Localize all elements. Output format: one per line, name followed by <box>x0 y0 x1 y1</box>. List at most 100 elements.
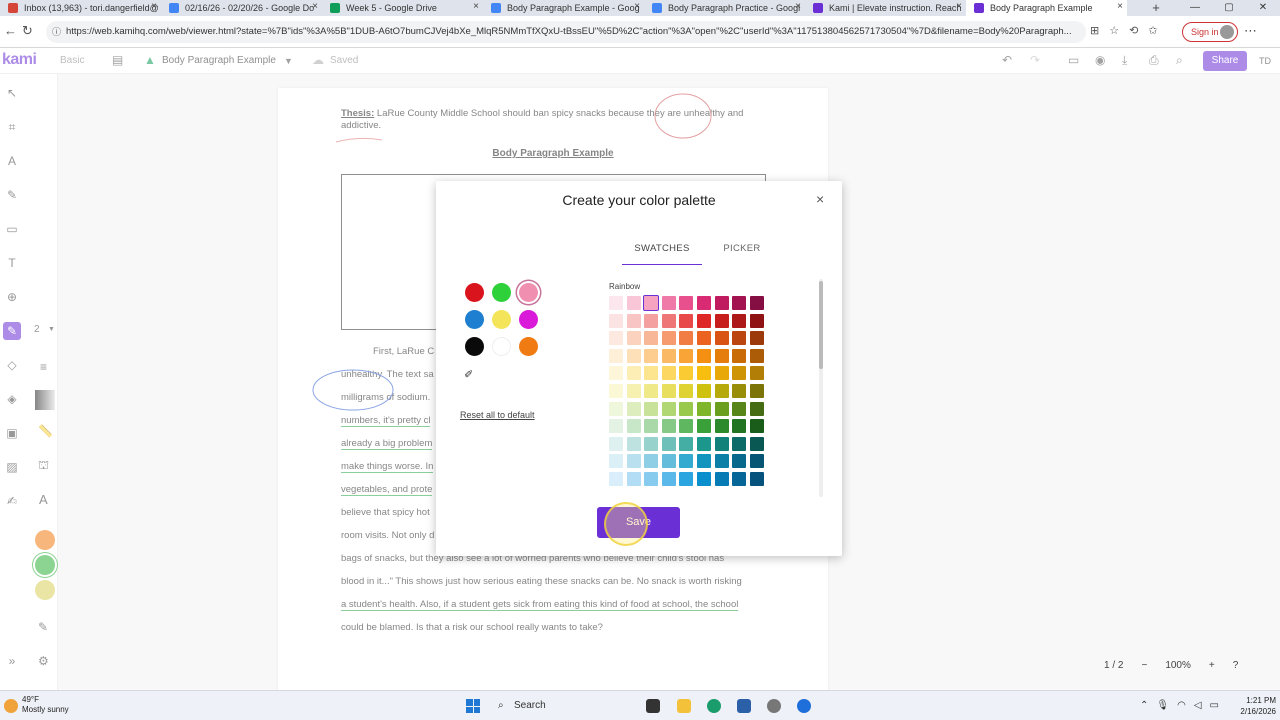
grid-color-cell[interactable] <box>661 419 676 434</box>
grid-color-cell[interactable] <box>732 454 747 469</box>
grid-color-cell[interactable] <box>749 419 764 434</box>
reload-icon[interactable]: ↻ <box>22 23 33 39</box>
grid-color-cell[interactable] <box>626 436 641 451</box>
grid-color-cell[interactable] <box>609 348 623 363</box>
tab-close-icon[interactable]: × <box>473 1 479 12</box>
task-view-icon[interactable] <box>646 699 660 713</box>
grid-color-cell[interactable] <box>749 436 764 451</box>
grid-color-cell[interactable] <box>679 313 694 328</box>
grid-color-cell[interactable] <box>644 436 659 451</box>
palette-swatch[interactable] <box>492 283 511 302</box>
grid-color-cell[interactable] <box>644 331 659 346</box>
grid-color-cell[interactable] <box>749 384 764 398</box>
close-window-icon[interactable]: ✕ <box>1246 0 1280 16</box>
grid-color-cell[interactable] <box>732 419 747 434</box>
grid-color-cell[interactable] <box>644 472 659 486</box>
extensions-icon[interactable]: ⟲ <box>1129 24 1138 37</box>
grid-color-cell[interactable] <box>732 348 747 363</box>
grid-color-cell[interactable] <box>697 401 711 416</box>
reset-default-link[interactable]: Reset all to default <box>460 410 535 420</box>
grid-color-cell[interactable] <box>697 384 711 398</box>
tab-close-icon[interactable]: × <box>795 1 801 12</box>
grid-color-cell[interactable] <box>626 296 641 310</box>
grid-color-cell[interactable] <box>661 436 676 451</box>
grid-color-cell[interactable] <box>714 384 729 398</box>
settings-app-icon[interactable] <box>767 699 781 713</box>
grid-color-cell[interactable] <box>749 454 764 469</box>
grid-color-cell[interactable] <box>661 472 676 486</box>
grid-color-cell[interactable] <box>609 454 623 469</box>
palette-swatch[interactable] <box>465 283 484 302</box>
grid-color-cell[interactable] <box>661 348 676 363</box>
grid-color-cell[interactable] <box>644 366 659 381</box>
grid-color-cell[interactable] <box>609 436 623 451</box>
help-icon[interactable]: ? <box>1233 660 1239 671</box>
tab-close-icon[interactable]: × <box>956 1 962 12</box>
eyedropper-icon[interactable]: ✐ <box>464 368 473 381</box>
grid-color-cell[interactable] <box>714 348 729 363</box>
grid-color-cell[interactable] <box>679 348 694 363</box>
grid-color-cell[interactable] <box>714 401 729 416</box>
grid-color-cell[interactable] <box>626 454 641 469</box>
grid-color-cell[interactable] <box>697 331 711 346</box>
palette-swatch[interactable] <box>492 310 511 329</box>
minimize-icon[interactable]: — <box>1178 0 1212 16</box>
grid-color-cell[interactable] <box>697 419 711 434</box>
grid-color-cell[interactable] <box>626 366 641 381</box>
grid-color-cell[interactable] <box>714 472 729 486</box>
grid-color-cell[interactable] <box>679 436 694 451</box>
bookmark-star-icon[interactable]: ☆ <box>1109 24 1119 37</box>
grid-color-cell[interactable] <box>697 436 711 451</box>
start-icon[interactable] <box>466 699 480 713</box>
grid-color-cell[interactable] <box>749 296 764 310</box>
sign-in-button[interactable]: Sign in <box>1182 22 1238 42</box>
site-info-icon[interactable]: ⓘ <box>52 25 61 38</box>
grid-color-cell[interactable] <box>714 313 729 328</box>
grid-color-cell[interactable] <box>714 331 729 346</box>
grid-color-cell[interactable] <box>643 295 660 311</box>
grid-color-cell[interactable] <box>749 366 764 381</box>
palette-swatch[interactable] <box>519 337 538 356</box>
browser-tab[interactable]: Inbox (13,963) - tori.dangerfield@ × <box>0 0 161 16</box>
zoom-in-button[interactable]: + <box>1209 660 1215 671</box>
tab-close-icon[interactable]: × <box>151 1 157 12</box>
chrome-app-icon[interactable] <box>797 699 811 713</box>
browser-tab[interactable]: Body Paragraph Example × <box>966 0 1127 16</box>
grid-color-cell[interactable] <box>626 472 641 486</box>
palette-swatch[interactable] <box>465 337 484 356</box>
grid-color-cell[interactable] <box>609 472 623 486</box>
grid-color-cell[interactable] <box>714 454 729 469</box>
url-field[interactable]: https://web.kamihq.com/web/viewer.html?s… <box>46 21 1086 43</box>
grid-color-cell[interactable] <box>661 401 676 416</box>
grid-color-cell[interactable] <box>714 419 729 434</box>
grid-color-cell[interactable] <box>661 313 676 328</box>
grid-color-cell[interactable] <box>697 472 711 486</box>
grid-color-cell[interactable] <box>609 366 623 381</box>
grid-color-cell[interactable] <box>626 348 641 363</box>
tab-swatches[interactable]: SWATCHES <box>622 239 702 265</box>
browser-tab[interactable]: Body Paragraph Example - Goog × <box>483 0 644 16</box>
browser-tab[interactable]: Body Paragraph Practice - Googl × <box>644 0 805 16</box>
back-icon[interactable]: ← <box>4 23 17 38</box>
grid-color-cell[interactable] <box>661 331 676 346</box>
maximize-icon[interactable]: ▢ <box>1212 0 1246 16</box>
grid-color-cell[interactable] <box>644 384 659 398</box>
tab-close-icon[interactable]: × <box>312 1 318 12</box>
apps-icon[interactable]: ⊞ <box>1090 24 1099 37</box>
grid-color-cell[interactable] <box>749 331 764 346</box>
grid-color-cell[interactable] <box>732 401 747 416</box>
tab-picker[interactable]: PICKER <box>702 239 782 265</box>
grid-color-cell[interactable] <box>749 348 764 363</box>
battery-icon[interactable]: ▭ <box>1210 700 1219 711</box>
grid-color-cell[interactable] <box>661 384 676 398</box>
grid-color-cell[interactable] <box>732 296 747 310</box>
grid-color-cell[interactable] <box>749 313 764 328</box>
grid-color-cell[interactable] <box>679 296 694 310</box>
grid-color-cell[interactable] <box>679 331 694 346</box>
grid-color-cell[interactable] <box>679 419 694 434</box>
grid-color-cell[interactable] <box>679 401 694 416</box>
grid-color-cell[interactable] <box>644 401 659 416</box>
swatch-scrollbar[interactable] <box>819 279 823 497</box>
grid-color-cell[interactable] <box>749 401 764 416</box>
grid-color-cell[interactable] <box>626 384 641 398</box>
